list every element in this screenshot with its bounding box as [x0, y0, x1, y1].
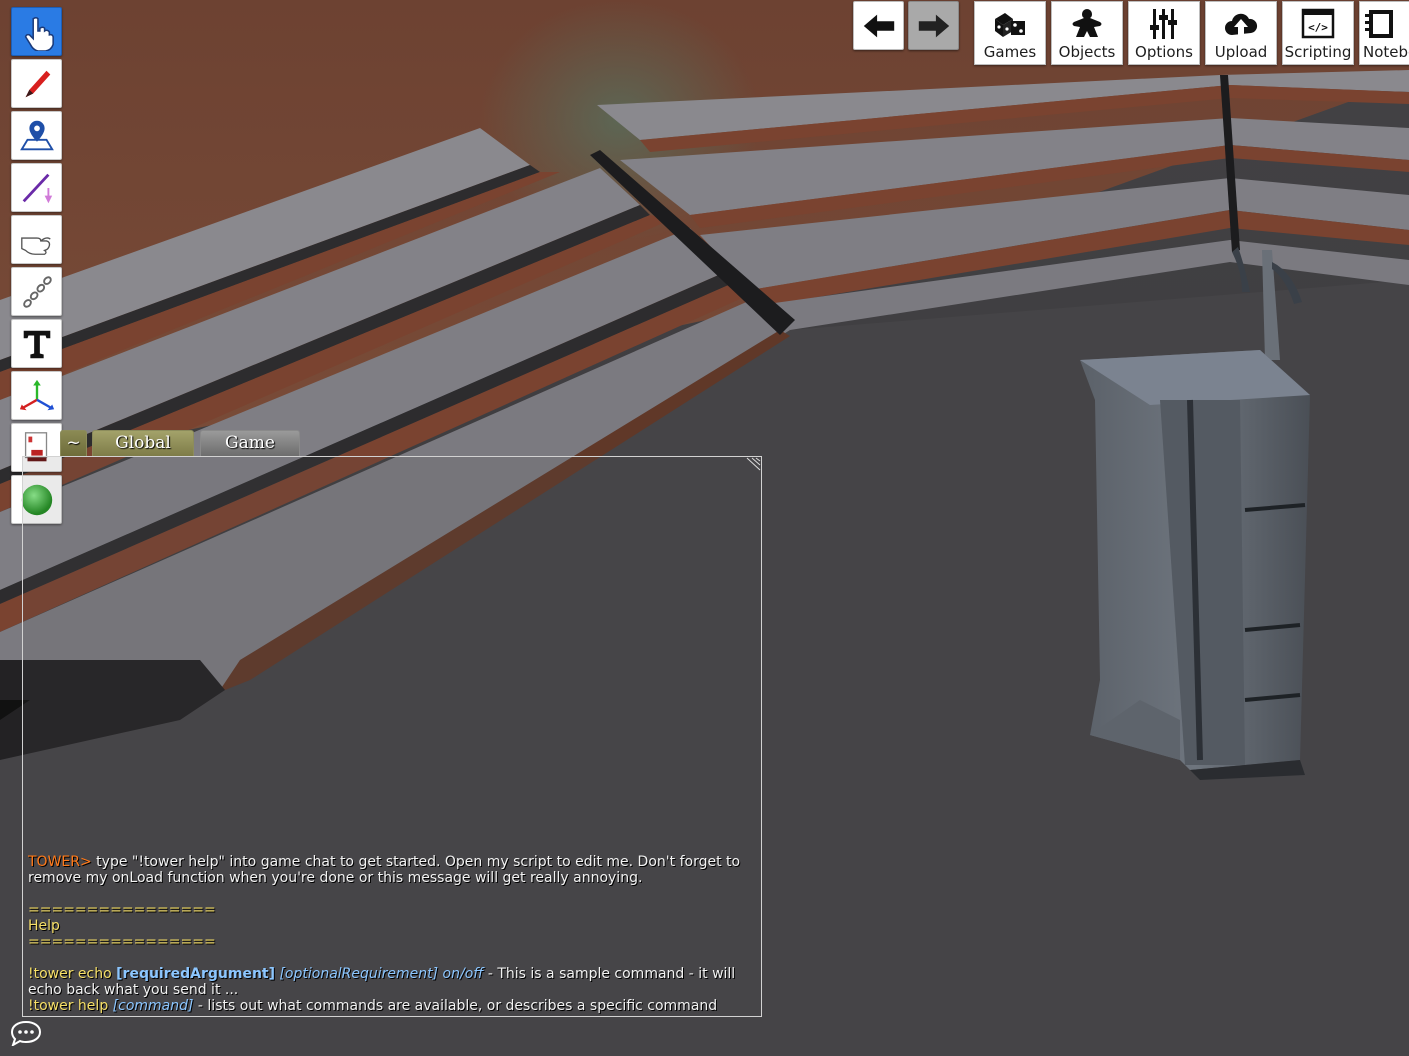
notebook-icon [1365, 10, 1393, 38]
chat-tilde-label: ~ [66, 433, 81, 453]
notebook-menu-button[interactable]: Notebo [1359, 1, 1409, 65]
chat-message: TOWER> type "!tower help" into game chat… [28, 854, 755, 886]
joint-tool-button[interactable] [11, 267, 62, 316]
command-required-arg: [requiredArgument] [116, 966, 276, 982]
grab-tool-button[interactable] [11, 7, 62, 56]
chat-toggle-button[interactable] [10, 1020, 42, 1048]
options-menu-button[interactable]: Options [1128, 1, 1200, 65]
objects-label: Objects [1058, 43, 1116, 61]
arrow-left-icon [863, 14, 894, 37]
command-optional-arg: [command] [112, 998, 194, 1014]
scripting-label: Scripting [1284, 43, 1352, 61]
flick-tool-button[interactable] [11, 111, 62, 160]
help-rule-top: ================ [28, 902, 216, 918]
text-tool-button[interactable] [11, 319, 62, 368]
draw-tool-button[interactable] [11, 59, 62, 108]
tab-global[interactable]: Global [92, 430, 194, 456]
tab-game-label: Game [225, 433, 275, 453]
svg-text:</>: </> [1308, 21, 1328, 34]
pointer-hand-icon [24, 16, 54, 51]
command-name: !tower echo [28, 966, 112, 982]
options-label: Options [1135, 43, 1193, 61]
chat-log: TOWER> type "!tower help" into game chat… [28, 854, 755, 1014]
tab-global-label: Global [115, 433, 171, 453]
cloud-upload-icon [1225, 13, 1258, 35]
arrow-right-icon [918, 14, 949, 37]
chat-sender: TOWER> [28, 854, 92, 870]
forward-button[interactable] [908, 1, 959, 50]
command-description: - lists out what commands are available,… [193, 998, 718, 1014]
xyz-axes-icon [19, 379, 54, 410]
chain-icon [22, 275, 52, 308]
games-label: Games [983, 43, 1037, 61]
back-button[interactable] [853, 1, 904, 50]
command-optional-arg: [optionalRequirement] on/off [279, 966, 484, 982]
help-command-echo: !tower echo [requiredArgument] [optional… [28, 966, 755, 998]
help-title: Help [28, 918, 60, 934]
chat-message-text: type "!tower help" into game chat to get… [28, 854, 741, 886]
pinch-hand-icon [20, 236, 51, 255]
games-menu-button[interactable]: Games [974, 1, 1046, 65]
line-arrow-icon [22, 173, 52, 203]
axis-tool-button[interactable] [11, 371, 62, 420]
line-tool-button[interactable] [11, 163, 62, 212]
speech-bubble-icon [10, 1020, 42, 1048]
help-rule-bottom: ================ [28, 934, 216, 950]
chat-tilde-tab[interactable]: ~ [60, 430, 87, 456]
sliders-icon [1150, 9, 1177, 39]
tab-game[interactable]: Game [200, 430, 300, 456]
notebook-label: Notebo [1363, 43, 1409, 61]
objects-menu-button[interactable]: Objects [1051, 1, 1123, 65]
command-name: !tower help [28, 998, 109, 1014]
upload-label: Upload [1214, 43, 1268, 61]
text-t-icon [23, 330, 50, 358]
resize-handle-icon[interactable] [745, 457, 761, 471]
code-window-icon: </> [1301, 8, 1335, 39]
scripting-menu-button[interactable]: </> Scripting [1282, 1, 1354, 65]
pencil-icon [25, 70, 50, 97]
upload-menu-button[interactable]: Upload [1205, 1, 1277, 65]
help-command-help: !tower help [command] - lists out what c… [28, 998, 755, 1014]
meeple-icon [1072, 9, 1102, 37]
chat-panel[interactable]: TOWER> type "!tower help" into game chat… [22, 456, 762, 1017]
map-pin-icon [19, 120, 54, 150]
dice-icon [995, 13, 1025, 37]
gizmo-tool-button[interactable] [11, 215, 62, 264]
